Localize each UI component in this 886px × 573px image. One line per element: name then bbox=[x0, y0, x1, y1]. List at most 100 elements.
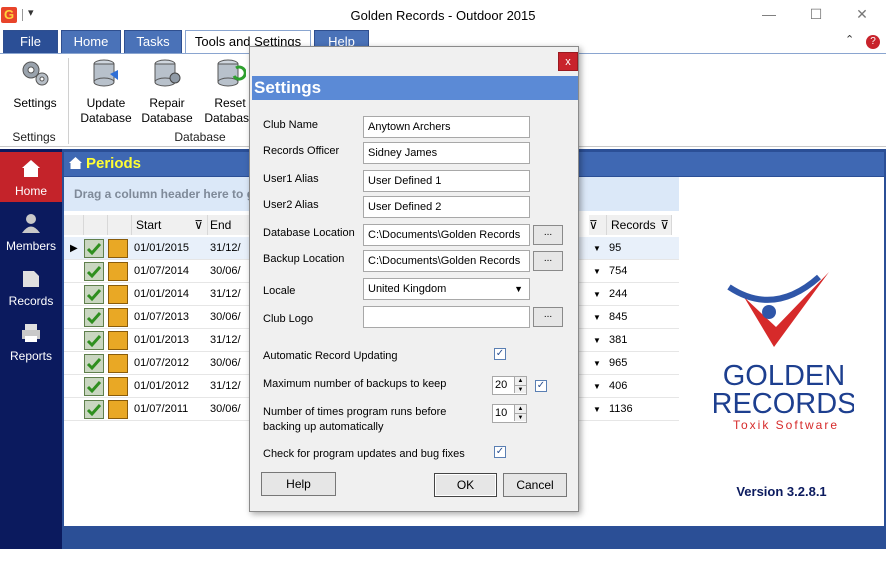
database-repair-icon bbox=[154, 59, 181, 87]
dropdown-arrow-icon[interactable]: ▼ bbox=[593, 398, 601, 421]
runs-before-backup-stepper[interactable]: 10 ▲ ▼ bbox=[492, 404, 527, 423]
version-label: Version 3.2.8.1 bbox=[736, 484, 827, 499]
dropdown-arrow-icon[interactable]: ▼ bbox=[593, 375, 601, 398]
checkmark-icon[interactable] bbox=[84, 239, 104, 258]
package-icon[interactable] bbox=[108, 239, 128, 258]
dropdown-arrow-icon[interactable]: ▼ bbox=[593, 237, 601, 260]
chevron-down-icon[interactable]: ▼ bbox=[514, 279, 523, 299]
end-cell: 31/12/ bbox=[210, 380, 241, 392]
end-column-header[interactable]: End bbox=[208, 215, 250, 235]
records-officer-field[interactable]: Sidney James bbox=[363, 142, 530, 164]
max-backups-stepper[interactable]: 20 ▲ ▼ bbox=[492, 376, 527, 395]
logo-text-records: RECORDS bbox=[714, 388, 854, 417]
start-column-header[interactable]: Start ⊽ bbox=[132, 215, 208, 235]
dialog-close-button[interactable]: x bbox=[558, 52, 578, 71]
database-location-label: Database Location bbox=[263, 227, 355, 239]
dropdown-arrow-icon[interactable]: ▼ bbox=[593, 260, 601, 283]
package-icon[interactable] bbox=[108, 308, 128, 327]
end-cell: 31/12/ bbox=[210, 242, 241, 254]
package-icon[interactable] bbox=[108, 354, 128, 373]
stepper-down-icon[interactable]: ▼ bbox=[514, 413, 526, 421]
package-icon[interactable] bbox=[108, 285, 128, 304]
help-button[interactable]: Help bbox=[261, 472, 336, 496]
start-cell: 01/01/2013 bbox=[134, 334, 190, 346]
nav-item-members-label: Members bbox=[5, 239, 56, 253]
checkmark-icon[interactable] bbox=[84, 377, 104, 396]
club-name-label: Club Name bbox=[263, 119, 319, 131]
nav-item-records-label: Records bbox=[8, 294, 54, 308]
backup-location-field[interactable]: C:\Documents\Golden Records bbox=[363, 250, 530, 272]
maximize-button[interactable]: ☐ bbox=[796, 4, 836, 24]
left-nav: Home Members Records Reports bbox=[0, 149, 62, 549]
club-logo-field[interactable] bbox=[363, 306, 530, 328]
club-logo-browse-button[interactable]: ... bbox=[533, 307, 563, 327]
box-column-header bbox=[108, 215, 132, 235]
nav-item-records[interactable]: Records bbox=[0, 262, 62, 312]
checkmark-icon[interactable] bbox=[84, 262, 104, 281]
checkmark-icon[interactable] bbox=[84, 308, 104, 327]
ok-button[interactable]: OK bbox=[434, 473, 497, 497]
backup-location-label: Backup Location bbox=[263, 253, 345, 265]
tab-home[interactable]: Home bbox=[61, 30, 121, 53]
stepper-down-icon[interactable]: ▼ bbox=[514, 385, 526, 393]
locale-select[interactable]: United Kingdom ▼ bbox=[363, 278, 530, 300]
dropdown-arrow-icon[interactable]: ▼ bbox=[593, 329, 601, 352]
check-updates-checkbox[interactable]: ✓ bbox=[494, 446, 506, 458]
database-location-browse-button[interactable]: ... bbox=[533, 225, 563, 245]
repair-database-button[interactable]: Repair Database bbox=[139, 58, 195, 126]
filter-icon[interactable]: ⊽ bbox=[660, 215, 669, 235]
checkmark-icon[interactable] bbox=[84, 285, 104, 304]
user2-alias-field[interactable]: User Defined 2 bbox=[363, 196, 530, 218]
start-cell: 01/01/2012 bbox=[134, 380, 190, 392]
end-cell: 31/12/ bbox=[210, 334, 241, 346]
stepper-up-icon[interactable]: ▲ bbox=[514, 377, 526, 385]
checkmark-icon[interactable] bbox=[84, 354, 104, 373]
max-backups-checkbox[interactable]: ✓ bbox=[535, 380, 547, 392]
cancel-button[interactable]: Cancel bbox=[503, 473, 567, 497]
golden-records-logo: GOLDEN RECORDS bbox=[714, 272, 854, 417]
end-cell: 31/12/ bbox=[210, 288, 241, 300]
current-row-indicator-icon: ▶ bbox=[70, 243, 78, 254]
help-icon[interactable]: ? bbox=[866, 35, 880, 49]
locale-selected-value: United Kingdom bbox=[368, 283, 447, 295]
check-updates-label: Check for program updates and bug fixes bbox=[263, 448, 465, 460]
close-window-button[interactable]: ✕ bbox=[842, 4, 882, 24]
person-icon bbox=[22, 214, 40, 233]
tab-file[interactable]: File bbox=[3, 30, 58, 53]
package-icon[interactable] bbox=[108, 262, 128, 281]
collapse-ribbon-icon[interactable]: ⌃ bbox=[845, 33, 854, 46]
dropdown-arrow-icon[interactable]: ▼ bbox=[593, 283, 601, 306]
checkmark-icon[interactable] bbox=[84, 331, 104, 350]
club-name-field[interactable]: Anytown Archers bbox=[363, 116, 530, 138]
checkmark-icon[interactable] bbox=[84, 400, 104, 419]
nav-item-reports[interactable]: Reports bbox=[0, 317, 62, 367]
filter-icon[interactable]: ⊽ bbox=[194, 215, 203, 235]
minimize-button[interactable]: — bbox=[749, 4, 789, 24]
user1-alias-field[interactable]: User Defined 1 bbox=[363, 170, 530, 192]
dropdown-arrow-icon[interactable]: ▼ bbox=[593, 352, 601, 375]
nav-item-home[interactable]: Home bbox=[0, 152, 62, 202]
package-icon[interactable] bbox=[108, 331, 128, 350]
auto-record-updating-checkbox[interactable]: ✓ bbox=[494, 348, 506, 360]
end-cell: 30/06/ bbox=[210, 357, 241, 369]
end-cell: 30/06/ bbox=[210, 311, 241, 323]
runs-before-backup-value: 10 bbox=[495, 407, 508, 419]
dialog-title: Settings bbox=[252, 76, 578, 100]
settings-button[interactable]: Settings bbox=[7, 58, 63, 111]
filter-icon[interactable]: ⊽ bbox=[589, 215, 607, 235]
update-database-button[interactable]: Update Database bbox=[78, 58, 134, 126]
dropdown-arrow-icon[interactable]: ▼ bbox=[593, 306, 601, 329]
records-cell: 965 bbox=[609, 357, 628, 369]
database-location-field[interactable]: C:\Documents\Golden Records bbox=[363, 224, 530, 246]
stepper-up-icon[interactable]: ▲ bbox=[514, 405, 526, 413]
nav-item-members[interactable]: Members bbox=[0, 207, 62, 257]
package-icon[interactable] bbox=[108, 377, 128, 396]
auto-record-updating-label: Automatic Record Updating bbox=[263, 350, 398, 362]
tab-tasks[interactable]: Tasks bbox=[124, 30, 182, 53]
package-icon[interactable] bbox=[108, 400, 128, 419]
user2-alias-label: User2 Alias bbox=[263, 199, 319, 211]
records-column-header[interactable]: Records ⊽ bbox=[607, 215, 672, 235]
backup-location-browse-button[interactable]: ... bbox=[533, 251, 563, 271]
locale-label: Locale bbox=[263, 285, 296, 297]
logo-panel: GOLDEN RECORDS Toxik Software Version 3.… bbox=[679, 177, 884, 526]
